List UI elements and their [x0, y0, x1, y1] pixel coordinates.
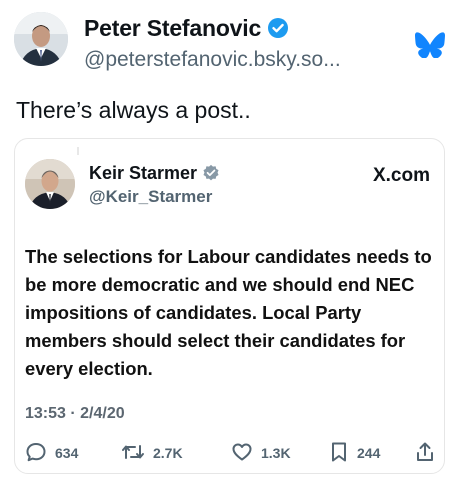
author-name[interactable]: Peter Stefanovic: [84, 15, 289, 45]
like-icon: [231, 441, 261, 466]
embed-timestamp[interactable]: 13:53 · 2/4/20: [25, 405, 125, 423]
share-button[interactable]: [415, 441, 443, 465]
author-avatar[interactable]: [14, 12, 68, 66]
embed-body-text: The selections for Labour candidates nee…: [25, 246, 432, 379]
embed-author-name-text[interactable]: Keir Starmer: [89, 163, 197, 183]
embed-author-avatar[interactable]: [25, 159, 75, 209]
verified-badge-icon: [267, 17, 289, 45]
reply-icon: [25, 441, 55, 466]
post-header: Peter Stefanovic @peterstefanovic.bsky.s…: [14, 12, 445, 76]
reply-count: 634: [55, 445, 79, 461]
repost-icon: [121, 441, 153, 466]
repost-button[interactable]: 2.7K: [121, 441, 183, 465]
bookmark-icon: [329, 441, 357, 466]
embed-source-label[interactable]: X.com: [373, 165, 430, 187]
reply-button[interactable]: 634: [25, 441, 78, 465]
share-icon: [415, 441, 443, 466]
embed-author-name[interactable]: Keir Starmer: [89, 163, 220, 187]
embedded-post-card[interactable]: Keir Starmer @Keir_Starmer X.com The sel…: [14, 138, 445, 474]
post-text: There’s always a post..: [16, 97, 251, 123]
bluesky-butterfly-icon[interactable]: [415, 32, 445, 59]
like-count: 1.3K: [261, 445, 291, 461]
embed-actions-bar: 634 2.7K 1.3K 244: [25, 441, 435, 465]
bookmark-button[interactable]: 244: [329, 441, 380, 465]
author-name-text[interactable]: Peter Stefanovic: [84, 15, 261, 41]
author-handle[interactable]: @peterstefanovic.bsky.so...: [84, 48, 341, 72]
embed-author-handle[interactable]: @Keir_Starmer: [89, 187, 212, 207]
bookmark-count: 244: [357, 445, 381, 461]
card-divider: [77, 147, 79, 155]
verified-badge-icon: [202, 164, 220, 187]
like-button[interactable]: 1.3K: [231, 441, 291, 465]
repost-count: 2.7K: [153, 445, 183, 461]
